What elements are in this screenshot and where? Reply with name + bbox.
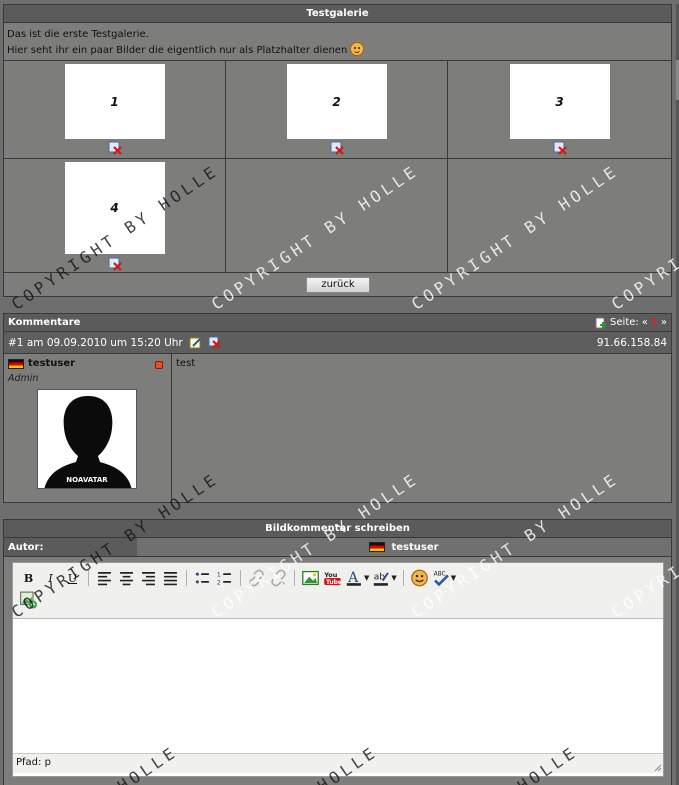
author-row: Autor: testuser [4,538,671,557]
author-value: testuser [137,538,671,556]
highlight-color-icon[interactable]: ab [372,569,391,587]
underline-button[interactable]: U [63,569,82,587]
align-left-icon[interactable] [95,569,114,587]
author-name: testuser [391,541,439,553]
delete-image-icon[interactable] [108,141,122,155]
toolbar-separator [402,570,404,586]
bold-button[interactable]: B [19,569,38,587]
germany-flag-icon [8,358,24,369]
chevron-down-icon[interactable]: ▼ [451,574,456,582]
offline-status-icon [155,361,163,369]
gallery-description-line1: Das ist die erste Testgalerie. [7,29,149,40]
numbered-list-icon[interactable]: 12 [215,569,234,587]
gallery-title: Testgalerie [4,5,671,23]
rich-text-editor: B I U 12 You Tube A ▼ ab ▼ ABC ▼ Pfad: p [12,562,664,777]
resize-grip-icon[interactable] [652,762,662,772]
pagination-current[interactable]: 1 [651,314,658,332]
comment-text: test [176,358,196,369]
comment-meta: #1 am 09.09.2010 um 15:20 Uhr 91.66.158.… [4,332,671,354]
emoticon-icon[interactable] [410,569,429,587]
align-justify-icon[interactable] [161,569,180,587]
edit-comment-icon[interactable] [189,336,202,349]
pagination-label: Seite: [610,317,639,328]
gallery-description: Das ist die erste Testgalerie. Hier seht… [4,23,671,60]
toolbar-separator [88,570,89,586]
comment-textarea[interactable] [13,619,663,753]
avatar: NOAVATAR [37,389,137,489]
back-button[interactable]: zurück [306,277,370,293]
comments-title: Kommentare [8,317,81,328]
gallery-thumbnail[interactable]: 2 [286,64,387,139]
gallery-grid: 1 2 3 4 [4,60,671,273]
comments-header: Kommentare Seite: « 1 » [4,314,671,332]
gallery-footer: zurück [4,273,671,297]
italic-button[interactable]: I [41,569,60,587]
chevron-down-icon[interactable]: ▼ [391,574,396,582]
text-color-icon[interactable]: A [345,569,364,587]
toolbar-row [19,589,657,611]
link-icon[interactable] [247,569,266,587]
gallery-panel: Testgalerie Das ist die erste Testgaleri… [3,4,672,297]
gallery-cell: 3 [448,61,671,159]
spellcheck-icon[interactable]: ABC [432,569,451,587]
align-right-icon[interactable] [139,569,158,587]
editor-toolbar: B I U 12 You Tube A ▼ ab ▼ ABC ▼ [13,563,663,619]
comments-panel: Kommentare Seite: « 1 » #1 am 09.09.2010… [3,313,672,503]
gallery-thumbnail[interactable]: 1 [64,64,165,139]
avatar-label: NOAVATAR [66,476,108,484]
editor-path: Pfad: p [16,757,51,768]
comment-header-text: #1 am 09.09.2010 um 15:20 Uhr [8,337,183,349]
author-label: Autor: [4,538,137,556]
delete-image-icon[interactable] [553,141,567,155]
delete-comment-icon[interactable] [208,336,222,349]
youtube-icon[interactable]: YouTube [323,569,342,587]
toolbar-separator [186,570,187,586]
toolbar-separator [294,570,295,586]
gallery-cell: 1 [4,61,226,159]
delete-image-icon[interactable] [108,257,122,271]
write-comment-panel: Bildkommentar schreiben Autor: testuser … [3,519,672,785]
chevron-down-icon[interactable]: ▼ [364,574,369,582]
comment-user-box: testuser Admin NOAVATAR [4,354,172,501]
gallery-thumbnail[interactable]: 3 [509,64,610,139]
insert-gallery-image-icon[interactable] [19,591,38,609]
write-comment-title: Bildkommentar schreiben [4,520,671,538]
toolbar-separator [240,570,241,586]
svg-text:Tube: Tube [326,579,342,586]
unlink-icon[interactable] [269,569,288,587]
add-comment-icon[interactable] [595,317,607,329]
comment-user-role: Admin [8,373,39,384]
avatar-silhouette-icon [38,390,136,488]
toolbar-row: B I U 12 You Tube A ▼ ab ▼ ABC ▼ [19,567,657,589]
gallery-thumbnail[interactable]: 4 [64,162,165,254]
comment-ip: 91.66.158.84 [596,337,667,349]
svg-text:2: 2 [217,578,221,586]
pagination-next[interactable]: » [661,314,667,332]
gallery-description-line2: Hier seht ihr ein paar Bilder die eigent… [7,42,668,58]
germany-flag-icon [369,542,386,552]
gallery-cell: 2 [226,61,448,159]
insert-image-icon[interactable] [301,569,320,587]
smiley-icon [350,42,365,56]
gallery-cell-empty [448,159,671,273]
comment-body: testuser Admin NOAVATAR test [4,354,671,501]
align-center-icon[interactable] [117,569,136,587]
gallery-description-text: Hier seht ihr ein paar Bilder die eigent… [7,45,348,56]
gallery-cell-empty [226,159,448,273]
svg-text:ABC: ABC [434,571,446,577]
bullet-list-icon[interactable] [193,569,212,587]
comment-user: testuser [8,358,167,369]
pagination: Seite: « 1 » [595,314,667,332]
gallery-cell: 4 [4,159,226,273]
pagination-prev[interactable]: « [642,314,648,332]
svg-text:You: You [323,571,338,579]
editor-pathbar: Pfad: p [13,753,663,773]
delete-image-icon[interactable] [330,141,344,155]
comment-username[interactable]: testuser [28,358,75,369]
